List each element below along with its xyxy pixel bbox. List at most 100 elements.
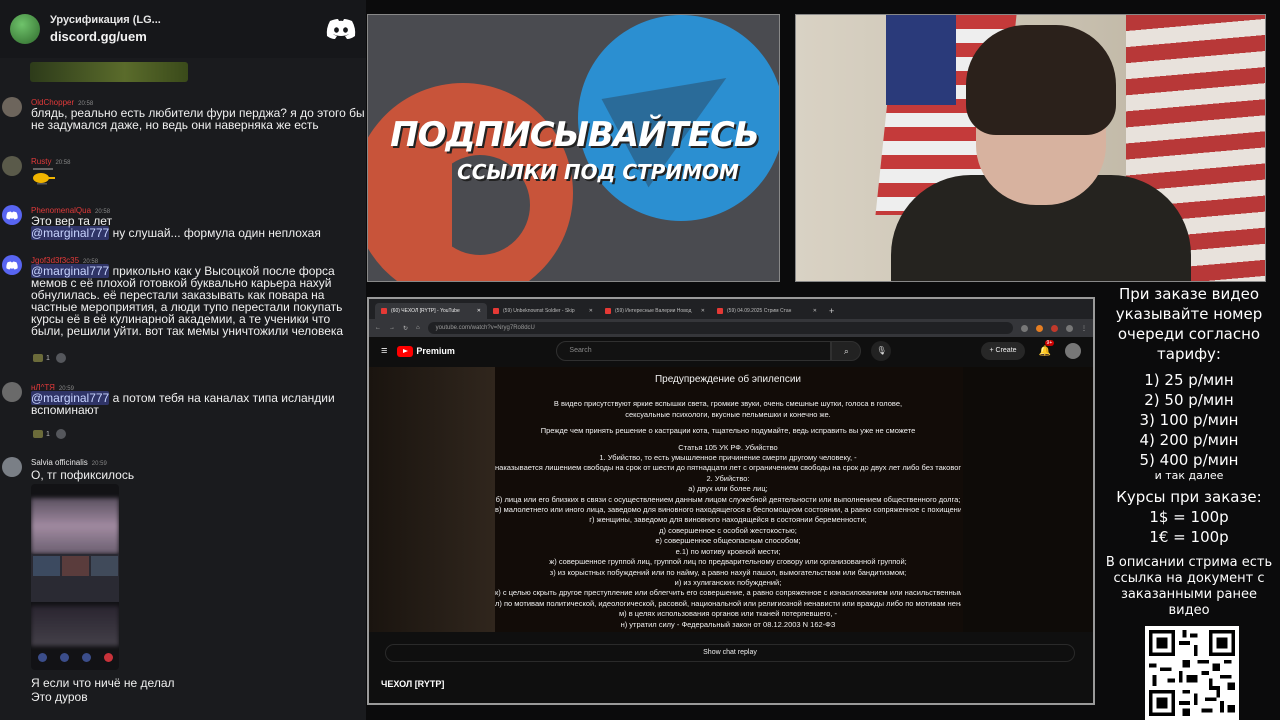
extension-icon[interactable] <box>1036 324 1043 332</box>
server-icon <box>10 14 40 44</box>
video-title[interactable]: ЧЕХОЛ [RYTP] <box>381 679 444 689</box>
video-text-line: а) двух или более лиц; <box>688 484 768 494</box>
discord-chat-panel: Урусификация (LG... discord.gg/uem OldCh… <box>0 0 366 720</box>
home-icon[interactable]: ⌂ <box>416 325 420 331</box>
video-text-line: з) из корыстных побуждений или по найму,… <box>549 567 907 577</box>
message-text: Я если что ничё не делал <box>31 676 175 690</box>
chat-header: Урусификация (LG... discord.gg/uem <box>0 0 366 58</box>
browser-tab[interactable]: (59) Unbeknownst Soldier - Skip ✕ <box>487 303 599 319</box>
back-icon[interactable]: ← <box>375 325 381 331</box>
message-text: Это вер та лет @marginal777 ну слушай...… <box>31 214 321 240</box>
profile-icon[interactable] <box>1066 324 1073 332</box>
subscribe-banner: ПОДПИСЫВАЙТЕСЬ ССЫЛКИ ПОД СТРИМОМ <box>367 14 780 282</box>
video-text-line: сексуальные психологи, вкусные пельмешки… <box>625 409 831 419</box>
show-chat-replay-button[interactable]: Show chat replay <box>385 644 1075 662</box>
new-tab-button[interactable]: + <box>823 303 840 319</box>
video-text-line: наказывается лишением свободы на срок от… <box>495 463 961 473</box>
extension-icon[interactable] <box>1051 324 1058 332</box>
youtube-favicon-icon <box>605 308 611 314</box>
video-player[interactable]: Предупреждение об эпилепсии В видео прису… <box>369 367 1093 632</box>
embedded-image[interactable] <box>30 62 188 82</box>
notifications-bell-icon[interactable]: 🔔 9+ <box>1039 339 1055 357</box>
epilepsy-warning-title: Предупреждение об эпилепсии <box>654 374 802 385</box>
account-avatar[interactable] <box>1065 343 1081 359</box>
video-text-line: е.1) по мотиву кровной мести; <box>675 546 781 556</box>
video-text-line: 2. Убийство: <box>706 473 750 483</box>
browser-tab[interactable]: (59) 04.09.2025 Стрим Стан ✕ <box>711 303 823 319</box>
avatar <box>2 382 22 402</box>
browser-tab[interactable]: (60) ЧЕХОЛ [RYTP] - YouTube ✕ <box>375 303 487 319</box>
video-text-line: Статья 105 УК РФ. Убийство <box>678 442 778 452</box>
browser-tab[interactable]: (59) Интересные Валерии Новод ✕ <box>599 303 711 319</box>
youtube-brand[interactable]: Premium <box>416 346 526 356</box>
server-name: Урусификация (LG... <box>50 14 161 26</box>
youtube-favicon-icon <box>717 308 723 314</box>
video-text-line: м) в целях использования органов или тка… <box>618 609 838 619</box>
video-text-line: л) по мотивам политической, идеологическ… <box>495 598 961 608</box>
video-text-line: и) из хулиганских побуждений; <box>674 577 782 587</box>
video-text-line: н) утратил силу - Федеральный закон от 0… <box>620 619 836 629</box>
user-mention[interactable]: @marginal777 <box>31 226 110 240</box>
avatar <box>2 457 22 477</box>
pricing-intro: При заказе видео указывайте номер очеред… <box>1115 285 1263 363</box>
phone-screenshot-image[interactable] <box>31 484 119 670</box>
avatar <box>2 205 22 225</box>
video-text-line: Прежде чем принять решение о кастрации к… <box>540 426 916 436</box>
discord-logo-icon <box>326 19 356 39</box>
video-text-line: В видео присутствуют яркие вспышки света… <box>553 399 903 409</box>
menu-dots-icon[interactable]: ⋮ <box>1081 325 1087 332</box>
add-reaction-icon[interactable] <box>55 429 66 440</box>
stream-layout: Урусификация (LG... discord.gg/uem OldCh… <box>0 0 1280 720</box>
server-invite-link[interactable]: discord.gg/uem <box>50 29 326 44</box>
banner-subtitle: ССЫЛКИ ПОД СТРИМОМ <box>457 160 739 184</box>
pricing-tiers: 1) 25 р/мин 2) 50 р/мин 3) 100 р/мин 4) … <box>1100 370 1278 470</box>
video-text-line: ж) совершенное группой лиц, группой лиц … <box>549 557 907 567</box>
close-tab-icon[interactable]: ✕ <box>473 308 481 314</box>
reaction-emoji-icon <box>33 430 43 439</box>
close-tab-icon[interactable]: ✕ <box>585 308 593 314</box>
pricing-tier: 2) 50 р/мин <box>1144 391 1234 409</box>
video-text-line: к) с целью скрыть другое преступление ил… <box>495 588 961 598</box>
reaction[interactable]: 1 <box>33 353 66 365</box>
message-text: Это дуров <box>31 690 88 704</box>
tab-bar: (60) ЧЕХОЛ [RYTP] - YouTube ✕ (59) Unbekn… <box>369 299 1093 319</box>
rate-eur: 1€ = 100р <box>1149 528 1229 546</box>
notification-count: 9+ <box>1044 339 1055 346</box>
discord-icon <box>6 211 18 219</box>
search-input[interactable]: Search <box>556 341 832 361</box>
video-text-line: д) совершенное с особой жестокостью; <box>659 525 797 535</box>
video-text-line: в) малолетнего или иного лица, заведомо … <box>495 505 961 515</box>
webcam-feed <box>795 14 1266 282</box>
close-tab-icon[interactable]: ✕ <box>809 308 817 314</box>
close-tab-icon[interactable]: ✕ <box>697 308 705 314</box>
video-text-line: б) лица или его близких в связи с осущес… <box>495 494 961 504</box>
video-text-line: е) совершенное общеопасным способом; <box>655 536 801 546</box>
pricing-tier: 4) 200 р/мин <box>1139 431 1239 449</box>
reaction[interactable]: 1 <box>33 429 66 441</box>
rate-usd: 1$ = 100р <box>1149 508 1229 526</box>
microphone-icon[interactable]: 🎙 <box>871 341 892 361</box>
extension-icon[interactable] <box>1021 324 1028 332</box>
banner-title: ПОДПИСЫВАЙТЕСЬ <box>390 115 760 155</box>
youtube-header: ≡ Premium Search ⌕ 🎙 + Create 🔔 9+ <box>369 337 1093 365</box>
youtube-favicon-icon <box>493 308 499 314</box>
youtube-favicon-icon <box>381 308 387 314</box>
browser-window: (60) ЧЕХОЛ [RYTP] - YouTube ✕ (59) Unbekn… <box>367 297 1095 705</box>
video-text-line: 1. Убийство, то есть умышленное причинен… <box>599 453 857 463</box>
url-field[interactable]: youtube.com/watch?v=Nryg7Ro8dcU <box>427 322 1013 334</box>
video-text-line: г) женщины, заведомо для виновного наход… <box>589 515 867 525</box>
message-text: @marginal777 а потом тебя на каналах тип… <box>31 391 335 417</box>
create-button[interactable]: + Create <box>981 342 1025 360</box>
reload-icon[interactable]: ↻ <box>403 325 408 332</box>
message-text: @marginal777 прикольно как у Высоцкой по… <box>31 264 344 338</box>
add-reaction-icon[interactable] <box>55 353 66 364</box>
hamburger-menu-icon[interactable]: ≡ <box>381 345 387 357</box>
message-text: блядь, реально есть любители фури перджа… <box>31 106 365 132</box>
youtube-logo-icon[interactable] <box>397 345 414 357</box>
pricing-tier: 1) 25 р/мин <box>1144 371 1234 389</box>
qr-code-icon[interactable] <box>1145 626 1239 720</box>
avatar <box>2 156 22 176</box>
search-icon[interactable]: ⌕ <box>831 341 862 361</box>
description-note: В описании стрима есть ссылка на докумен… <box>1105 555 1273 618</box>
forward-icon[interactable]: → <box>389 325 395 331</box>
